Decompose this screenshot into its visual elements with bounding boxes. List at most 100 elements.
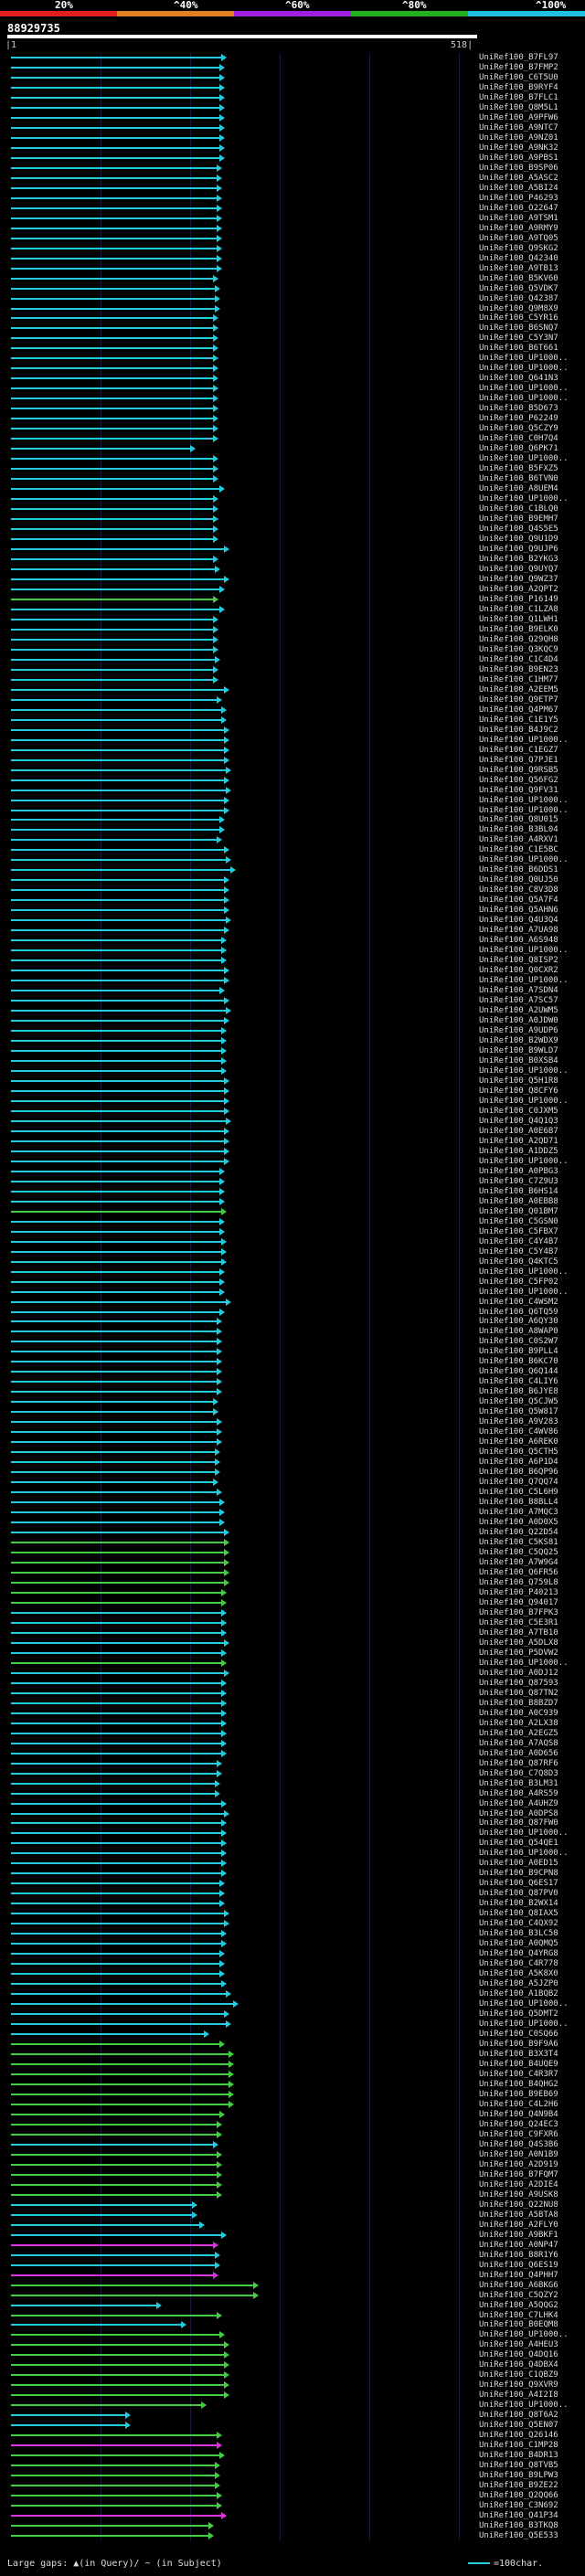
- hit-label[interactable]: UniRef100_A4HEU3: [479, 2340, 558, 2350]
- hit-label[interactable]: UniRef100_UP1000..: [479, 796, 569, 806]
- hit-label[interactable]: UniRef100_C4WV86: [479, 1427, 558, 1437]
- hit-label[interactable]: UniRef100_C5KS81: [479, 1538, 558, 1548]
- hit-label[interactable]: UniRef100_A7UA98: [479, 926, 558, 936]
- hit-row[interactable]: UniRef100_Q26146: [0, 2431, 585, 2441]
- hit-row[interactable]: UniRef100_Q8M5L1: [0, 103, 585, 113]
- hit-label[interactable]: UniRef100_Q56FG2: [479, 776, 558, 786]
- hit-label[interactable]: UniRef100_UP1000..: [479, 1659, 569, 1669]
- hit-label[interactable]: UniRef100_Q9XVR9: [479, 2380, 558, 2390]
- hit-row[interactable]: UniRef100_C4R778: [0, 1959, 585, 1969]
- hit-label[interactable]: UniRef100_A0ED15: [479, 1859, 558, 1869]
- hit-row[interactable]: UniRef100_Q5H1R8: [0, 1076, 585, 1087]
- hit-label[interactable]: UniRef100_B7FL97: [479, 53, 558, 63]
- hit-row[interactable]: UniRef100_Q7PJE1: [0, 756, 585, 766]
- hit-row[interactable]: UniRef100_C5GSN0: [0, 1217, 585, 1227]
- hit-label[interactable]: UniRef100_A5DLX8: [479, 1638, 558, 1648]
- hit-row[interactable]: UniRef100_C0S2W7: [0, 1337, 585, 1347]
- hit-row[interactable]: UniRef100_B6HS14: [0, 1187, 585, 1197]
- hit-label[interactable]: UniRef100_C1LZA8: [479, 605, 558, 615]
- hit-row[interactable]: UniRef100_A2QPT2: [0, 585, 585, 595]
- hit-row[interactable]: UniRef100_C5YR16: [0, 313, 585, 323]
- hit-label[interactable]: UniRef100_C4Y4B7: [479, 1237, 558, 1247]
- hit-row[interactable]: UniRef100_B2WX14: [0, 1899, 585, 1909]
- hit-row[interactable]: UniRef100_B7FLC1: [0, 93, 585, 103]
- hit-label[interactable]: UniRef100_Q42340: [479, 254, 558, 264]
- hit-row[interactable]: UniRef100_Q4S5E5: [0, 525, 585, 535]
- hit-label[interactable]: UniRef100_A2QPT2: [479, 585, 558, 595]
- hit-row[interactable]: UniRef100_C7Q8D3: [0, 1769, 585, 1779]
- hit-row[interactable]: UniRef100_B4DR13: [0, 2451, 585, 2461]
- hit-row[interactable]: UniRef100_B5D673: [0, 404, 585, 414]
- hit-label[interactable]: UniRef100_A2QD71: [479, 1137, 558, 1147]
- hit-label[interactable]: UniRef100_C5FBX7: [479, 1227, 558, 1237]
- hit-row[interactable]: UniRef100_Q9U1D9: [0, 535, 585, 545]
- hit-label[interactable]: UniRef100_C5Y3N7: [479, 334, 558, 344]
- hit-row[interactable]: UniRef100_C1E5BC: [0, 845, 585, 855]
- hit-label[interactable]: UniRef100_UP1000..: [479, 976, 569, 986]
- hit-label[interactable]: UniRef100_C7Q8D3: [479, 1769, 558, 1779]
- hit-label[interactable]: UniRef100_A5JZP0: [479, 1979, 558, 1989]
- hit-label[interactable]: UniRef100_A9V283: [479, 1417, 558, 1427]
- hit-label[interactable]: UniRef100_P62249: [479, 414, 558, 424]
- hit-label[interactable]: UniRef100_UP1000..: [479, 1066, 569, 1076]
- hit-row[interactable]: UniRef100_Q641N3: [0, 374, 585, 384]
- hit-label[interactable]: UniRef100_A7MQC3: [479, 1508, 558, 1518]
- hit-label[interactable]: UniRef100_Q87TN2: [479, 1689, 558, 1699]
- hit-row[interactable]: UniRef100_C1LZA8: [0, 605, 585, 615]
- hit-label[interactable]: UniRef100_Q7QQ74: [479, 1478, 558, 1488]
- hit-row[interactable]: UniRef100_A9RMY9: [0, 224, 585, 234]
- hit-row[interactable]: UniRef100_B5FXZ5: [0, 464, 585, 474]
- hit-row[interactable]: UniRef100_B9WLD7: [0, 1046, 585, 1056]
- hit-row[interactable]: UniRef100_Q9UYQ7: [0, 565, 585, 575]
- hit-row[interactable]: UniRef100_A2EEM5: [0, 685, 585, 695]
- hit-label[interactable]: UniRef100_B9ELK0: [479, 625, 558, 635]
- hit-row[interactable]: UniRef100_UP1000..: [0, 494, 585, 504]
- hit-label[interactable]: UniRef100_C0JXM5: [479, 1107, 558, 1117]
- hit-label[interactable]: UniRef100_Q22NU8: [479, 2200, 558, 2210]
- hit-row[interactable]: UniRef100_Q9XVR9: [0, 2380, 585, 2390]
- hit-row[interactable]: UniRef100_Q6ES17: [0, 1879, 585, 1889]
- hit-row[interactable]: UniRef100_A6P1D4: [0, 1458, 585, 1468]
- hit-label[interactable]: UniRef100_A4UHZ9: [479, 1799, 558, 1809]
- hit-label[interactable]: UniRef100_UP1000..: [479, 1829, 569, 1839]
- hit-label[interactable]: UniRef100_A5BTA8: [479, 2210, 558, 2221]
- hit-label[interactable]: UniRef100_C1EGZ7: [479, 746, 558, 756]
- hit-row[interactable]: UniRef100_A0N1B9: [0, 2150, 585, 2160]
- hit-label[interactable]: UniRef100_B5FXZ5: [479, 464, 558, 474]
- hit-label[interactable]: UniRef100_UP1000..: [479, 1097, 569, 1107]
- hit-label[interactable]: UniRef100_Q641N3: [479, 374, 558, 384]
- hit-label[interactable]: UniRef100_C1E5BC: [479, 845, 558, 855]
- hit-label[interactable]: UniRef100_Q8ISP2: [479, 956, 558, 966]
- hit-label[interactable]: UniRef100_A2LX38: [479, 1719, 558, 1729]
- hit-row[interactable]: UniRef100_C4WSM2: [0, 1298, 585, 1308]
- hit-row[interactable]: UniRef100_B8R1Y6: [0, 2251, 585, 2261]
- hit-label[interactable]: UniRef100_B9LPW3: [479, 2471, 558, 2481]
- hit-label[interactable]: UniRef100_B9EB69: [479, 2090, 558, 2100]
- hit-row[interactable]: UniRef100_Q5AHN6: [0, 906, 585, 916]
- hit-label[interactable]: UniRef100_A2EGZ5: [479, 1729, 558, 1739]
- hit-row[interactable]: UniRef100_A4UHZ9: [0, 1799, 585, 1809]
- hit-label[interactable]: UniRef100_A5ASC2: [479, 174, 558, 184]
- hit-row[interactable]: UniRef100_Q4DQ16: [0, 2350, 585, 2360]
- hit-label[interactable]: UniRef100_C4R778: [479, 1959, 558, 1969]
- hit-row[interactable]: UniRef100_A9TQ05: [0, 234, 585, 244]
- hit-row[interactable]: UniRef100_B9ELK0: [0, 625, 585, 635]
- hit-row[interactable]: UniRef100_UP1000..: [0, 946, 585, 956]
- hit-row[interactable]: UniRef100_Q87TN2: [0, 1689, 585, 1699]
- hit-row[interactable]: UniRef100_B2YKG3: [0, 555, 585, 565]
- hit-label[interactable]: UniRef100_Q6Q144: [479, 1367, 558, 1377]
- hit-label[interactable]: UniRef100_C1BLQ0: [479, 504, 558, 514]
- hit-label[interactable]: UniRef100_A9BKF1: [479, 2231, 558, 2241]
- hit-label[interactable]: UniRef100_A2UWM5: [479, 1006, 558, 1016]
- hit-row[interactable]: UniRef100_A7SDN4: [0, 986, 585, 996]
- hit-label[interactable]: UniRef100_B6T661: [479, 344, 558, 354]
- hit-label[interactable]: UniRef100_C5YR16: [479, 313, 558, 323]
- hit-label[interactable]: UniRef100_Q4KTC5: [479, 1257, 558, 1267]
- hit-row[interactable]: UniRef100_UP1000..: [0, 1829, 585, 1839]
- hit-label[interactable]: UniRef100_A0NP47: [479, 2241, 558, 2251]
- hit-label[interactable]: UniRef100_Q5A7F4: [479, 896, 558, 906]
- hit-label[interactable]: UniRef100_Q4S3B6: [479, 2140, 558, 2150]
- hit-row[interactable]: UniRef100_B9EMH7: [0, 514, 585, 525]
- hit-label[interactable]: UniRef100_A2D919: [479, 2160, 558, 2170]
- hit-row[interactable]: UniRef100_C8V3D8: [0, 885, 585, 896]
